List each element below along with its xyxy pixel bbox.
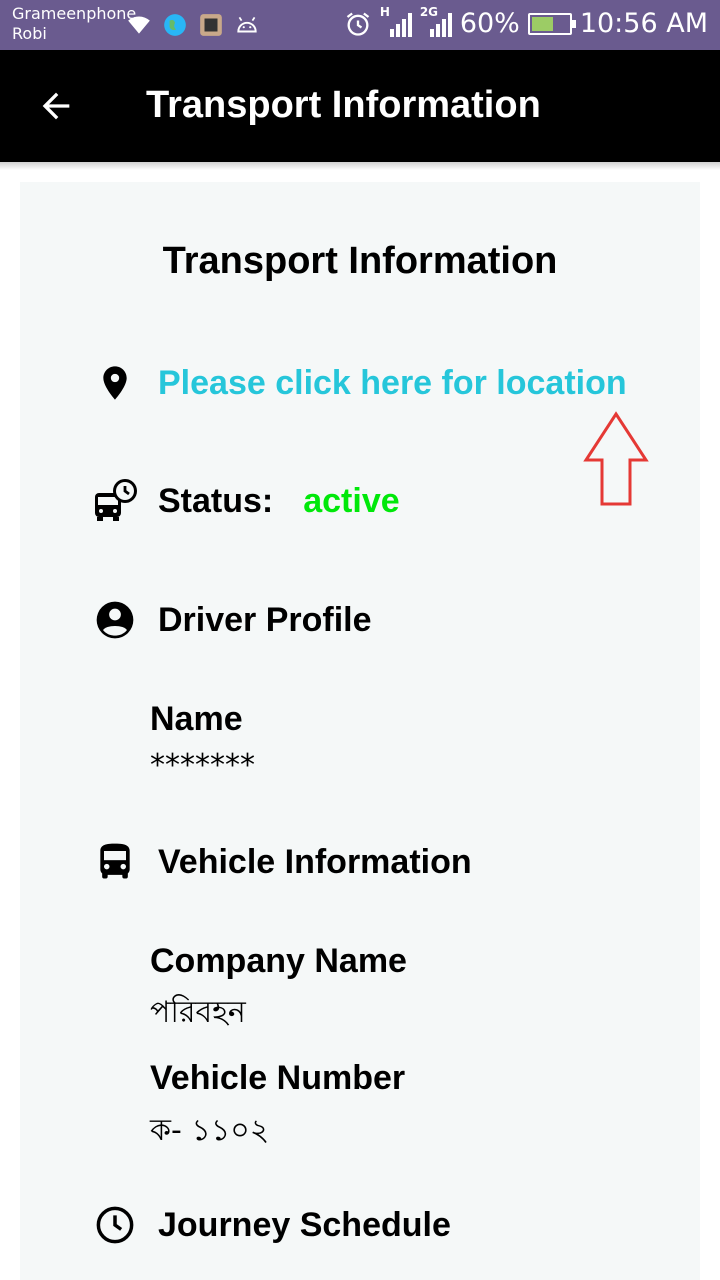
name-value: ******* [150, 748, 255, 783]
vehicle-number-value: ক- ১১০২ [150, 1113, 270, 1148]
signal-2-icon: 2G [420, 5, 452, 39]
clock-time: 10:56 AM [579, 8, 708, 39]
signal-1-tag: H [379, 4, 390, 19]
status-value: active [303, 482, 400, 520]
company-name-label: Company Name [150, 942, 407, 980]
alarm-icon [346, 12, 370, 36]
carrier-2: Robi [12, 24, 47, 43]
vehicle-information-heading: Vehicle Information [158, 843, 472, 881]
battery-icon [527, 12, 576, 35]
journey-schedule-heading: Journey Schedule [158, 1206, 451, 1244]
globe-icon [164, 14, 186, 36]
app-bar-title: Transport Information [146, 84, 541, 126]
vehicle-number-label: Vehicle Number [150, 1059, 406, 1097]
carrier-1: Grameenphone [12, 4, 137, 23]
name-label: Name [150, 700, 243, 738]
status-label: Status: [158, 482, 274, 520]
status-row: Status: active [158, 482, 400, 521]
signal-1-icon: H [380, 5, 412, 39]
bus-clock-icon [90, 476, 140, 526]
android-icon [237, 16, 257, 33]
carrier-names: Grameenphone Robi [12, 4, 136, 44]
account-circle-icon [90, 595, 140, 645]
notification-icons [126, 12, 260, 38]
bus-icon [90, 837, 140, 887]
card-title: Transport Information [162, 240, 558, 282]
app-notification-icon [200, 14, 222, 36]
company-name-value: পরিবহন [150, 995, 246, 1030]
app-bar: Transport Information [0, 50, 720, 162]
transport-card: Transport Information Please click here … [20, 182, 700, 1280]
battery-percent: 60% [459, 8, 520, 39]
annotation-arrow-icon [583, 411, 649, 506]
battery-fill [531, 16, 554, 31]
back-arrow-icon [42, 92, 70, 120]
location-pin-icon [90, 358, 140, 408]
driver-profile-heading: Driver Profile [158, 601, 372, 639]
status-right: H 2G 60% 10:56 AM [344, 5, 708, 39]
clock-icon [90, 1200, 140, 1250]
back-button[interactable] [32, 82, 80, 130]
wifi-icon [128, 16, 150, 34]
app-bar-shadow [0, 162, 720, 170]
location-link[interactable]: Please click here for location [158, 364, 627, 403]
status-bar: Grameenphone Robi H 2G 60% 10:56 AM [0, 0, 720, 50]
